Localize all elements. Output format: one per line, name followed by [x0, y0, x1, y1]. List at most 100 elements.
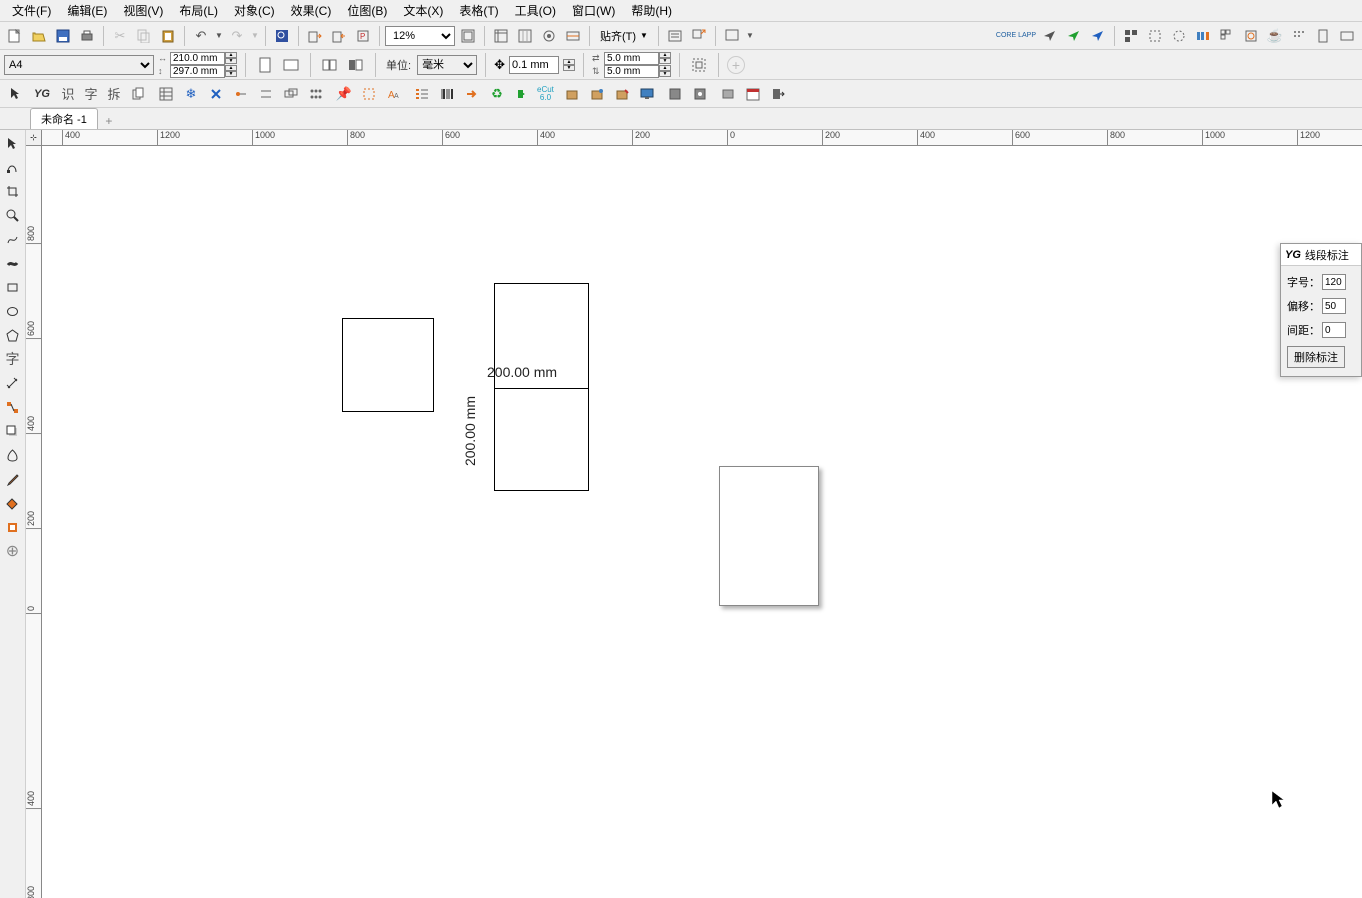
coffee-icon[interactable]: ☕ [1264, 25, 1286, 47]
align1-icon[interactable] [1144, 25, 1166, 47]
options-icon[interactable] [664, 25, 686, 47]
cut-icon[interactable]: ✂ [109, 25, 131, 47]
menu-effect[interactable]: 效果(C) [283, 0, 340, 21]
plane2-icon[interactable] [1063, 25, 1085, 47]
page-object[interactable] [719, 466, 819, 606]
ruler-origin[interactable]: ⊹ [26, 130, 42, 146]
search-icon[interactable] [271, 25, 293, 47]
menu-object[interactable]: 对象(C) [226, 0, 283, 21]
import-icon[interactable] [304, 25, 326, 47]
arrow-right-icon[interactable] [461, 83, 483, 105]
portrait-icon[interactable] [254, 54, 276, 76]
rectangle-tool-icon[interactable] [2, 276, 24, 298]
height-spinner[interactable]: ▲▼ [225, 65, 237, 77]
pick-tool-small-icon[interactable] [4, 83, 26, 105]
recycle-icon[interactable]: ♻ [486, 83, 508, 105]
plane3-icon[interactable] [1087, 25, 1109, 47]
smart-fill-icon[interactable] [2, 516, 24, 538]
rectangle-shape-2[interactable] [494, 283, 589, 491]
join-icon[interactable] [230, 83, 252, 105]
calendar-icon[interactable] [742, 83, 764, 105]
artistic-media-icon[interactable] [2, 252, 24, 274]
menu-text[interactable]: 文本(X) [395, 0, 451, 21]
device1-icon[interactable] [664, 83, 686, 105]
gap-input[interactable] [1322, 322, 1346, 338]
freehand-tool-icon[interactable] [2, 228, 24, 250]
dup-x-spinner[interactable]: ▲▼ [659, 52, 671, 64]
crop-select-icon[interactable] [358, 83, 380, 105]
box3-icon[interactable] [611, 83, 633, 105]
corelapp-logo[interactable]: CORE LAPP [995, 25, 1037, 47]
monitor-icon[interactable] [636, 83, 658, 105]
treat-as-icon[interactable] [688, 54, 710, 76]
panel-title-bar[interactable]: YG 线段标注 [1281, 244, 1361, 266]
export-icon[interactable] [328, 25, 350, 47]
split-icon[interactable] [255, 83, 277, 105]
launch-icon[interactable] [688, 25, 710, 47]
menu-window[interactable]: 窗口(W) [564, 0, 623, 21]
undo-dropdown-icon[interactable]: ▼ [214, 25, 224, 47]
rotate-icon[interactable] [1168, 25, 1190, 47]
eyedropper-tool-icon[interactable] [2, 468, 24, 490]
offset-input[interactable] [1322, 298, 1346, 314]
shi-icon[interactable]: 识 [58, 83, 78, 105]
dots-grid-icon[interactable] [305, 83, 327, 105]
rectangle-shape-1[interactable] [342, 318, 434, 412]
page-height-input[interactable] [170, 65, 225, 78]
yg-icon[interactable]: YG [29, 83, 55, 105]
undo-icon[interactable]: ↶ [190, 25, 212, 47]
connector-tool-icon[interactable] [2, 396, 24, 418]
add-tab-button[interactable]: + [100, 113, 118, 129]
qr-icon[interactable] [1120, 25, 1142, 47]
misc3-icon[interactable] [1336, 25, 1358, 47]
distribute-icon[interactable] [1192, 25, 1214, 47]
width-spinner[interactable]: ▲▼ [225, 52, 237, 64]
vertical-ruler[interactable]: 800 600 400 200 0 400 800 [26, 146, 42, 898]
dup-y-spinner[interactable]: ▲▼ [659, 65, 671, 77]
redo-icon[interactable]: ↷ [226, 25, 248, 47]
landscape-icon[interactable] [280, 54, 302, 76]
redo-dropdown-icon[interactable]: ▼ [250, 25, 260, 47]
delete-annotation-button[interactable]: 删除标注 [1287, 346, 1345, 368]
misc2-icon[interactable] [1312, 25, 1334, 47]
text-tool-icon[interactable]: 字 [2, 348, 24, 370]
copy-sheet-icon[interactable] [127, 83, 149, 105]
dup-x-input[interactable] [604, 52, 659, 65]
menu-tools[interactable]: 工具(O) [507, 0, 564, 21]
menu-edit[interactable]: 编辑(E) [59, 0, 115, 21]
weld-icon[interactable] [280, 83, 302, 105]
break-icon[interactable] [205, 83, 227, 105]
menu-bitmap[interactable]: 位图(B) [339, 0, 395, 21]
exit-icon[interactable] [767, 83, 789, 105]
unit-select[interactable]: 毫米 [417, 55, 477, 75]
crop-tool-icon[interactable] [2, 180, 24, 202]
show-guidelines-icon[interactable] [538, 25, 560, 47]
all-pages-icon[interactable] [319, 54, 341, 76]
zoom-tool-icon[interactable] [2, 204, 24, 226]
text-size-icon[interactable]: AA [383, 83, 405, 105]
copy-icon[interactable] [133, 25, 155, 47]
horizontal-ruler[interactable]: 400 1200 1000 800 600 400 200 0 200 400 … [42, 130, 1362, 146]
open-icon[interactable] [28, 25, 50, 47]
pick-tool-icon[interactable] [2, 132, 24, 154]
page-preset-select[interactable]: A4 [4, 55, 154, 75]
box1-icon[interactable] [561, 83, 583, 105]
new-icon[interactable] [4, 25, 26, 47]
menu-table[interactable]: 表格(T) [451, 0, 506, 21]
grid-icon[interactable] [1216, 25, 1238, 47]
nudge-spinner[interactable]: ▲▼ [563, 59, 575, 71]
zi-icon[interactable]: 字 [81, 83, 101, 105]
drawing-canvas[interactable]: 200.00 mm 200.00 mm [42, 146, 1362, 898]
transparency-tool-icon[interactable] [2, 444, 24, 466]
box2-icon[interactable] [586, 83, 608, 105]
paste-icon[interactable] [157, 25, 179, 47]
menu-layout[interactable]: 布局(L) [171, 0, 226, 21]
plane1-icon[interactable] [1039, 25, 1061, 47]
add-tool-icon[interactable]: ⊕ [2, 540, 24, 562]
parallel-dim-icon[interactable] [2, 372, 24, 394]
menu-help[interactable]: 帮助(H) [623, 0, 680, 21]
app-dropdown-arrow-icon[interactable]: ▼ [745, 25, 755, 47]
polygon-tool-icon[interactable] [2, 324, 24, 346]
ellipse-tool-icon[interactable] [2, 300, 24, 322]
current-page-icon[interactable] [345, 54, 367, 76]
